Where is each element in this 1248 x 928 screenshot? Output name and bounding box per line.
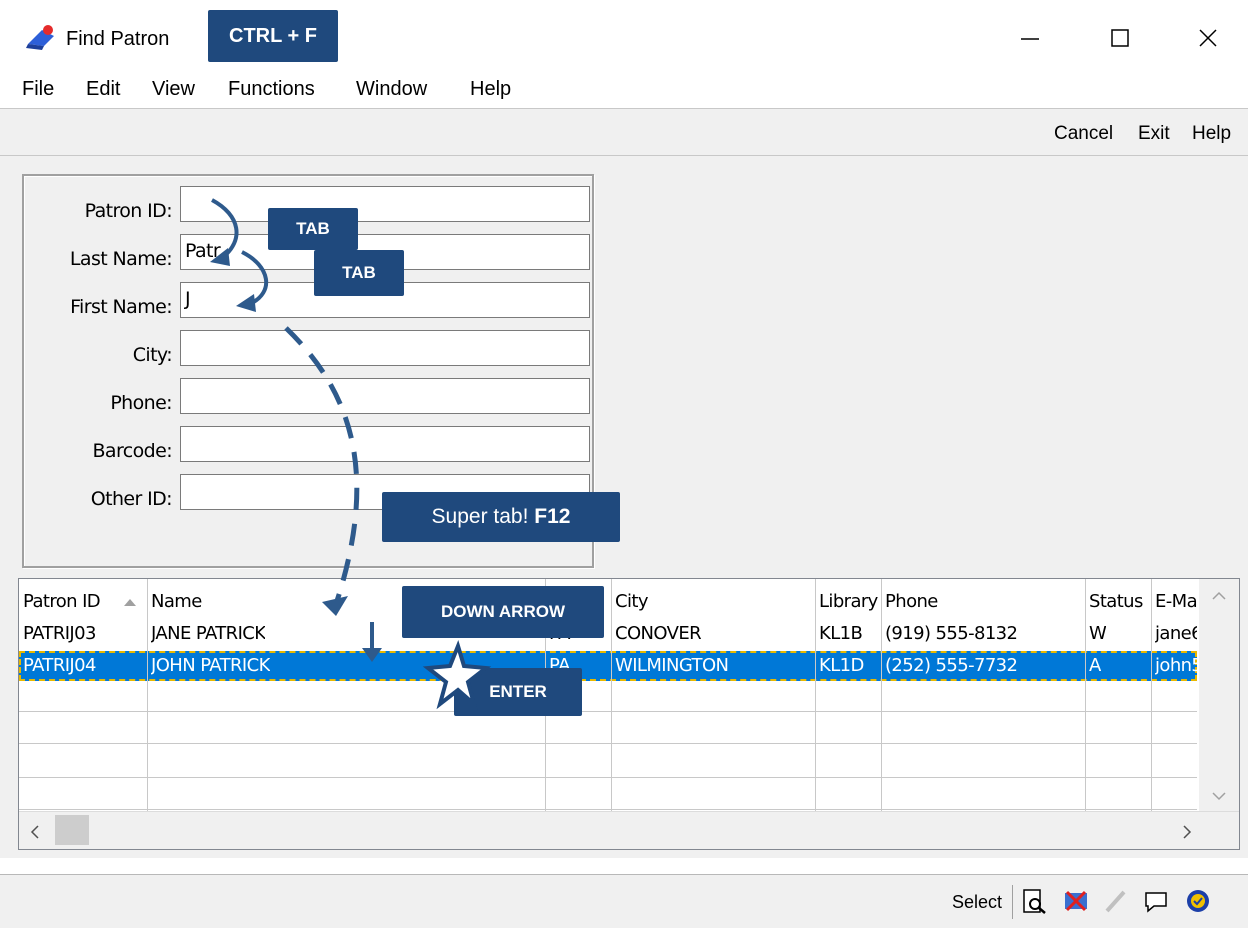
minimize-button[interactable] <box>1010 20 1050 56</box>
close-icon <box>1199 29 1217 47</box>
callout-super-tab-key: F12 <box>534 505 571 528</box>
delete-icon[interactable] <box>1062 887 1090 915</box>
callout-super-tab-text: Super tab! <box>431 505 529 528</box>
close-button[interactable] <box>1188 20 1228 56</box>
scroll-down-icon[interactable] <box>1211 791 1227 801</box>
patron-id-label: Patron ID: <box>84 200 173 222</box>
window-title: Find Patron <box>66 28 170 50</box>
barcode-input[interactable] <box>180 426 590 462</box>
message-icon[interactable] <box>1142 887 1170 915</box>
row2-name[interactable]: JOHN PATRICK <box>151 655 270 676</box>
column-header-email[interactable]: E-Mail <box>1155 591 1197 612</box>
row1-city[interactable]: CONOVER <box>615 623 701 644</box>
callout-ctrl-f: CTRL + F <box>208 10 338 62</box>
scroll-left-icon[interactable] <box>29 824 41 840</box>
row1-library[interactable]: KL1B <box>819 623 862 644</box>
phone-label: Phone: <box>110 392 172 414</box>
row2-status[interactable]: A <box>1089 655 1101 676</box>
column-header-library[interactable]: Library <box>819 591 879 612</box>
row1-patron-id[interactable]: PATRIJ03 <box>23 623 96 644</box>
row2-library[interactable]: KL1D <box>819 655 864 676</box>
main-area: Patron ID: Last Name: Patr First Name: J… <box>0 156 1248 858</box>
help-circle-icon[interactable] <box>1184 887 1212 915</box>
status-bar: Select <box>0 874 1248 928</box>
row2-phone[interactable]: (252) 555-7732 <box>885 655 1017 676</box>
callout-down-arrow: DOWN ARROW <box>402 586 604 638</box>
horizontal-scroll-thumb[interactable] <box>55 815 89 845</box>
title-bar: Find Patron <box>0 0 1248 72</box>
row1-phone[interactable]: (919) 555-8132 <box>885 623 1017 644</box>
row1-status[interactable]: W <box>1089 623 1106 644</box>
link-icon <box>1105 890 1126 913</box>
app-icon <box>26 25 54 50</box>
maximize-icon <box>1111 29 1129 47</box>
row1-email[interactable]: jane67 <box>1155 623 1197 644</box>
patron-id-input[interactable] <box>180 186 590 222</box>
phone-input[interactable] <box>180 378 590 414</box>
results-grid[interactable]: Patron ID Name City Library Phone Status… <box>18 578 1240 850</box>
help-button[interactable]: Help <box>1192 123 1231 145</box>
select-button[interactable]: Select <box>952 892 1002 913</box>
menu-view[interactable]: View <box>152 78 195 101</box>
callout-super-tab: Super tab! F12 <box>382 492 620 542</box>
vertical-scrollbar[interactable] <box>1199 579 1239 811</box>
menu-file[interactable]: File <box>22 78 54 101</box>
first-name-label: First Name: <box>70 296 172 318</box>
city-label: City: <box>132 344 173 366</box>
column-header-city[interactable]: City <box>615 591 648 612</box>
scroll-up-icon[interactable] <box>1211 591 1227 601</box>
preview-icon[interactable] <box>1020 887 1048 915</box>
callout-tab-1: TAB <box>268 208 358 250</box>
menu-functions[interactable]: Functions <box>228 78 315 101</box>
action-toolbar: Cancel Exit Help <box>0 108 1248 156</box>
row2-email[interactable]: john58 <box>1155 655 1197 676</box>
menu-edit[interactable]: Edit <box>86 78 120 101</box>
row2-patron-id[interactable]: PATRIJ04 <box>23 655 96 676</box>
barcode-label: Barcode: <box>92 440 173 462</box>
last-name-label: Last Name: <box>69 248 173 270</box>
column-header-phone[interactable]: Phone <box>885 591 938 612</box>
sort-ascending-icon <box>124 599 136 606</box>
exit-button[interactable]: Exit <box>1138 123 1170 145</box>
column-header-name[interactable]: Name <box>151 591 202 612</box>
row1-name[interactable]: JANE PATRICK <box>151 623 265 644</box>
other-id-label: Other ID: <box>90 488 173 510</box>
menu-bar: File Edit View Functions Window Help <box>0 72 1248 108</box>
menu-window[interactable]: Window <box>356 78 427 101</box>
horizontal-scrollbar[interactable] <box>19 811 1239 849</box>
scroll-right-icon[interactable] <box>1181 824 1193 840</box>
row2-city[interactable]: WILMINGTON <box>615 655 728 676</box>
cancel-button[interactable]: Cancel <box>1054 123 1113 145</box>
city-input[interactable] <box>180 330 590 366</box>
menu-help[interactable]: Help <box>470 78 511 101</box>
maximize-button[interactable] <box>1100 20 1140 56</box>
callout-tab-2: TAB <box>314 250 404 296</box>
minimize-icon <box>1021 38 1039 40</box>
column-header-patron-id[interactable]: Patron ID <box>23 591 100 612</box>
callout-enter: ENTER <box>454 668 582 716</box>
column-header-status[interactable]: Status <box>1089 591 1151 612</box>
